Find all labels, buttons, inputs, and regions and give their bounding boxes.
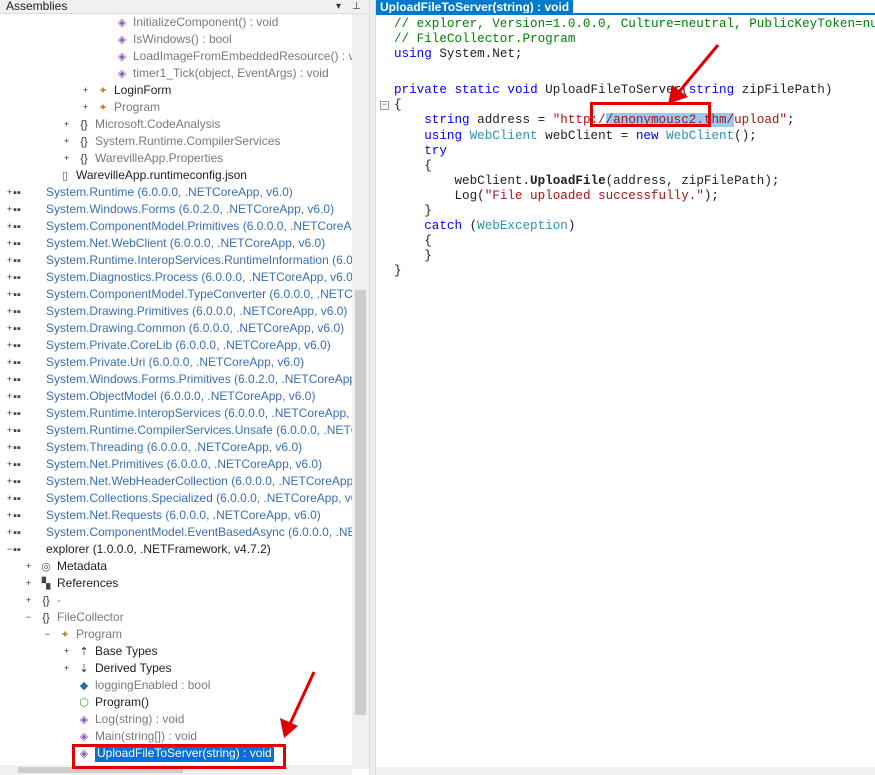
annotation-arrows [280, 44, 720, 738]
method-arrow-icon [280, 671, 316, 738]
url-arrow-icon [668, 44, 720, 104]
method-highlight-box [72, 744, 286, 769]
